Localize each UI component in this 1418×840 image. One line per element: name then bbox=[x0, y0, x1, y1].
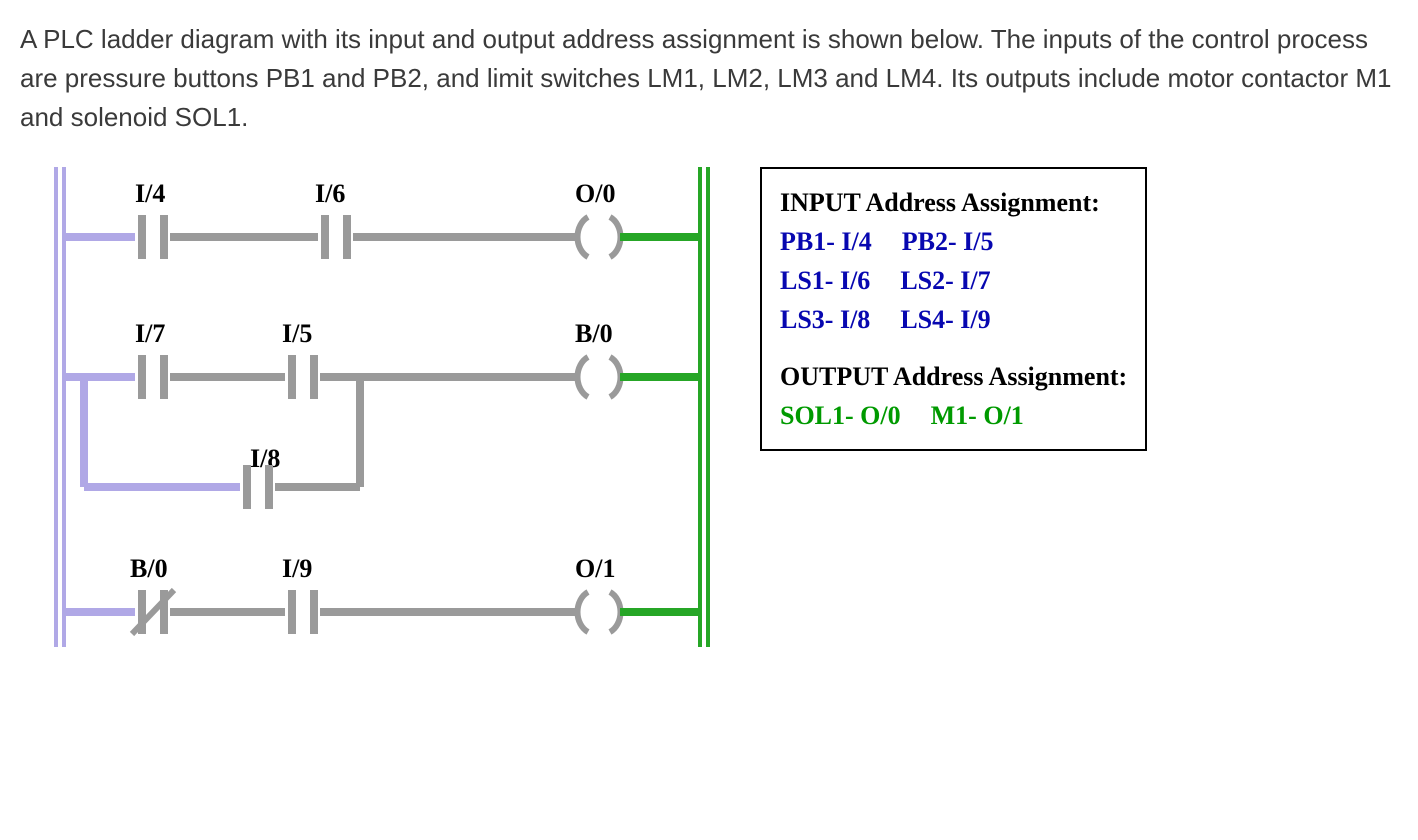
output-heading: OUTPUT Address Assignment: bbox=[780, 357, 1127, 396]
input-heading: INPUT Address Assignment: bbox=[780, 183, 1127, 222]
assign-pb2: PB2- I/5 bbox=[902, 222, 994, 261]
assign-pb1: PB1- I/4 bbox=[780, 222, 872, 261]
assign-ls2: LS2- I/7 bbox=[900, 261, 990, 300]
contact-xic-icon bbox=[142, 355, 164, 399]
assign-m1: M1- O/1 bbox=[931, 396, 1024, 435]
contact-xic-icon bbox=[292, 590, 314, 634]
contact-xic-icon bbox=[142, 215, 164, 259]
address-assignment-box: INPUT Address Assignment: PB1- I/4 PB2- … bbox=[760, 167, 1147, 451]
label-i6: I/6 bbox=[315, 179, 345, 208]
label-o1: O/1 bbox=[575, 554, 615, 583]
assign-ls1: LS1- I/6 bbox=[780, 261, 870, 300]
label-b0-nc: B/0 bbox=[130, 554, 168, 583]
assign-sol1: SOL1- O/0 bbox=[780, 396, 901, 435]
contact-xic-icon bbox=[325, 215, 347, 259]
coil-icon bbox=[577, 357, 620, 397]
assign-ls4: LS4- I/9 bbox=[900, 300, 990, 339]
label-o0: O/0 bbox=[575, 179, 615, 208]
ladder-diagram: I/4 I/6 O/0 I/7 bbox=[20, 167, 740, 647]
coil-icon bbox=[577, 592, 620, 632]
coil-icon bbox=[577, 217, 620, 257]
label-i7: I/7 bbox=[135, 319, 165, 348]
contact-xic-icon bbox=[292, 355, 314, 399]
label-i4: I/4 bbox=[135, 179, 165, 208]
problem-description: A PLC ladder diagram with its input and … bbox=[20, 20, 1398, 137]
label-i5: I/5 bbox=[282, 319, 312, 348]
contact-xio-icon bbox=[132, 590, 174, 634]
label-b0: B/0 bbox=[575, 319, 613, 348]
label-i9: I/9 bbox=[282, 554, 312, 583]
assign-ls3: LS3- I/8 bbox=[780, 300, 870, 339]
